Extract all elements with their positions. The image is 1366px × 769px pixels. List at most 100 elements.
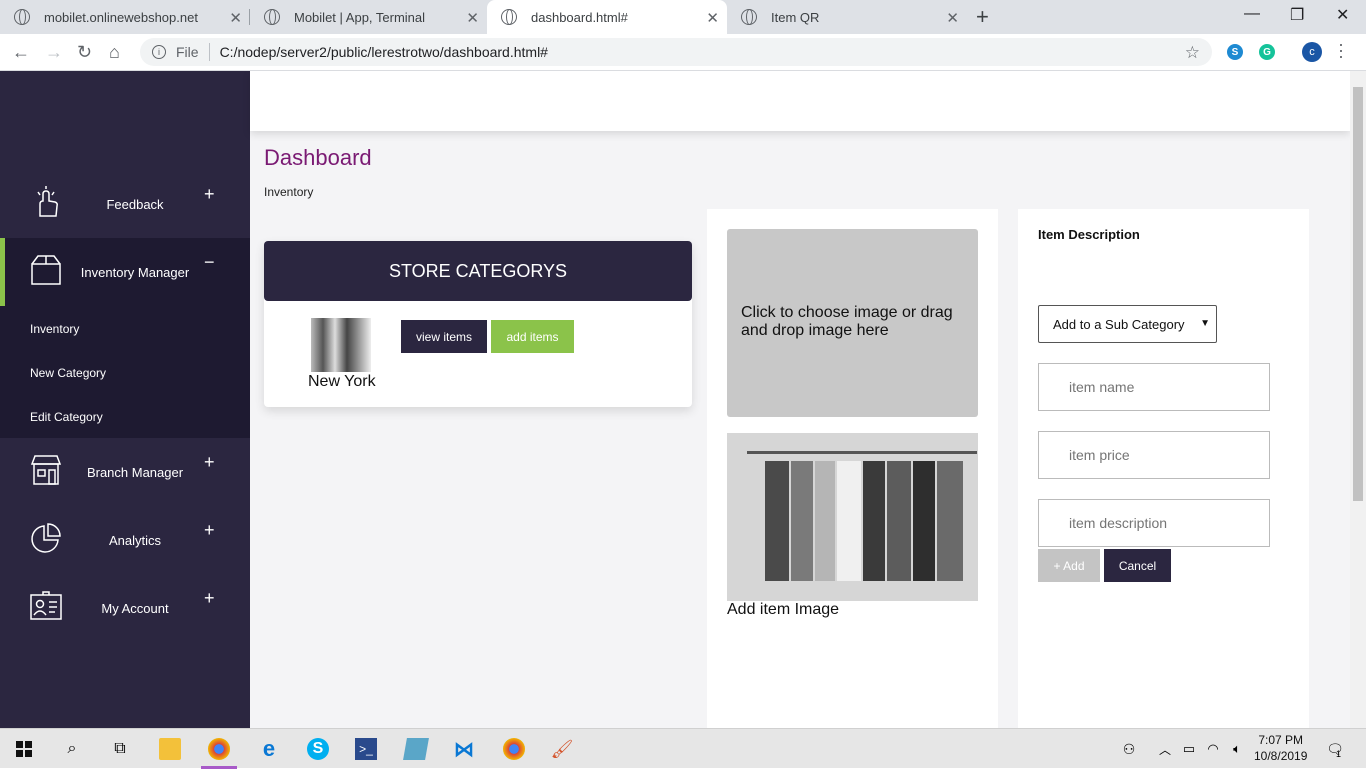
item-price-input[interactable] <box>1038 431 1270 479</box>
chrome-icon[interactable] <box>208 738 230 760</box>
notepad-icon[interactable] <box>403 738 429 760</box>
clock-time: 7:07 PM <box>1258 733 1304 747</box>
close-icon[interactable]: ✕ <box>466 9 479 27</box>
garment <box>887 461 911 581</box>
close-icon[interactable]: ✕ <box>706 9 719 27</box>
notification-icon[interactable]: 🗨︎ <box>1324 738 1346 760</box>
grammarly-extension-icon[interactable]: G <box>1259 44 1275 60</box>
sidebar-item-analytics[interactable]: Analytics + <box>0 506 250 574</box>
globe-icon <box>501 9 517 25</box>
minimize-icon[interactable]: — <box>1244 5 1260 23</box>
browser-tab-active[interactable]: dashboard.html# ✕ <box>487 0 727 34</box>
new-tab-icon[interactable]: + <box>976 4 989 30</box>
page-scrollbar[interactable] <box>1350 71 1366 728</box>
chrome-icon[interactable] <box>503 738 525 760</box>
submenu-item-edit-category[interactable]: Edit Category <box>30 410 103 424</box>
panel-title: Item Description <box>1038 227 1140 242</box>
inventory-submenu: Inventory New Category Edit Category <box>0 306 250 438</box>
file-explorer-icon[interactable] <box>159 738 181 760</box>
globe-icon <box>264 9 280 25</box>
collapse-minus-icon[interactable]: − <box>204 252 215 273</box>
browser-tab[interactable]: Item QR ✕ <box>727 0 967 34</box>
battery-icon[interactable]: ▭ <box>1178 738 1200 760</box>
garment <box>837 461 861 581</box>
sidebar-item-branch-manager[interactable]: Branch Manager + <box>0 438 250 506</box>
address-bar[interactable]: i File C:/nodep/server2/public/lerestrot… <box>140 38 1212 66</box>
subcategory-select[interactable]: Add to a Sub Category ▼ <box>1038 305 1217 343</box>
volume-icon[interactable]: 🔈︎ <box>1226 738 1248 760</box>
windows-start-icon[interactable] <box>16 741 32 757</box>
tray-chevron-icon[interactable]: ︿ <box>1154 738 1176 760</box>
submenu-item-new-category[interactable]: New Category <box>30 366 106 380</box>
back-icon[interactable]: ← <box>12 42 30 63</box>
home-icon[interactable]: ⌂ <box>109 42 120 63</box>
close-icon[interactable]: ✕ <box>229 9 242 27</box>
search-icon[interactable]: ⌕ <box>61 738 83 760</box>
omnibox-divider <box>208 43 210 61</box>
edge-icon[interactable]: e <box>258 736 280 761</box>
reload-icon[interactable]: ↻ <box>77 42 92 63</box>
sidebar-item-label: Feedback <box>106 197 164 212</box>
image-caption: Add item Image <box>727 601 840 618</box>
tab-title: Item QR <box>771 9 820 25</box>
profile-avatar[interactable]: c <box>1302 42 1322 62</box>
bookmark-star-icon[interactable]: ☆ <box>1185 43 1200 63</box>
expand-plus-icon[interactable]: + <box>204 452 215 473</box>
active-accent-bar <box>0 238 5 306</box>
sidebar-item-label: Branch Manager <box>86 465 184 480</box>
garment <box>863 461 885 581</box>
scrollbar-thumb[interactable] <box>1353 87 1363 501</box>
people-icon[interactable]: ⚇ <box>1118 738 1140 760</box>
item-name-input[interactable] <box>1038 363 1270 411</box>
add-item-button[interactable]: + Add <box>1038 549 1100 582</box>
breadcrumb: Inventory <box>264 185 314 199</box>
system-clock[interactable]: 7:07 PM 10/8/2019 <box>1254 732 1307 764</box>
browser-menu-icon[interactable]: · · · <box>1338 35 1344 65</box>
page-viewport: Feedback + Inventory Manager − Inventory… <box>0 71 1366 728</box>
garment <box>937 461 963 581</box>
item-description-input[interactable] <box>1038 499 1270 547</box>
browser-tab[interactable]: Mobilet | App, Terminal ✕ <box>250 0 487 34</box>
cancel-button[interactable]: Cancel <box>1104 549 1171 582</box>
restore-icon[interactable]: ❐ <box>1290 5 1304 25</box>
skype-icon[interactable]: S <box>307 738 329 760</box>
forward-icon[interactable]: → <box>45 42 63 63</box>
expand-plus-icon[interactable]: + <box>204 184 215 205</box>
sidebar-item-inventory-manager[interactable]: Inventory Manager − <box>0 238 250 306</box>
info-icon[interactable]: i <box>152 45 166 59</box>
expand-plus-icon[interactable]: + <box>204 588 215 609</box>
view-items-button[interactable]: view items <box>401 320 487 353</box>
clothing-rail <box>747 451 977 454</box>
sidebar-item-my-account[interactable]: My Account + <box>0 574 250 642</box>
skype-extension-icon[interactable]: S <box>1227 44 1243 60</box>
scheme-label: File <box>176 44 199 60</box>
select-value: Add to a Sub Category <box>1053 316 1185 332</box>
vscode-icon[interactable]: ⋈ <box>453 738 475 761</box>
category-thumbnail <box>311 318 371 372</box>
pie-chart-icon <box>31 523 61 553</box>
garment <box>791 461 813 581</box>
browser-tab-strip: mobilet.onlinewebshop.net ✕ Mobilet | Ap… <box>0 0 1366 34</box>
wifi-icon[interactable]: ◠ <box>1202 738 1224 760</box>
expand-plus-icon[interactable]: + <box>204 520 215 541</box>
tab-title: mobilet.onlinewebshop.net <box>44 9 198 25</box>
task-view-icon[interactable]: ⧉ <box>109 738 131 760</box>
top-header-bar <box>250 71 1350 131</box>
notification-count: 1 <box>1336 749 1342 759</box>
add-items-button[interactable]: add items <box>491 320 574 353</box>
globe-icon <box>741 9 757 25</box>
browser-tab[interactable]: mobilet.onlinewebshop.net ✕ <box>0 0 250 34</box>
image-dropzone[interactable]: Click to choose image or drag and drop i… <box>727 229 978 417</box>
window-close-icon[interactable]: ✕ <box>1336 5 1349 25</box>
submenu-item-inventory[interactable]: Inventory <box>30 322 79 336</box>
paint-icon[interactable]: 🖌 <box>551 738 574 760</box>
close-icon[interactable]: ✕ <box>946 9 959 27</box>
windows-taskbar: ⌕ ⧉ e S >_ ⋈ 🖌 ⚇ ︿ ▭ ◠ 🔈︎ 7:07 PM 10/8/2… <box>0 728 1366 769</box>
page-title: Dashboard <box>264 145 372 170</box>
sidebar-item-label: Inventory Manager <box>80 265 190 280</box>
sidebar-item-feedback[interactable]: Feedback + <box>0 170 250 238</box>
sidebar: Feedback + Inventory Manager − Inventory… <box>0 71 250 728</box>
hand-click-icon <box>37 186 58 217</box>
powershell-icon[interactable]: >_ <box>355 738 377 760</box>
globe-icon <box>14 9 30 25</box>
